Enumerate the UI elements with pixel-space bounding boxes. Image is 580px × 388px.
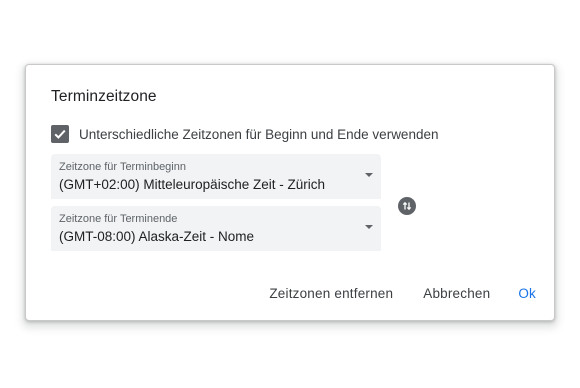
start-timezone-value: (GMT+02:00) Mitteleuropäische Zeit - Zür… (59, 177, 325, 192)
ok-button[interactable]: Ok (512, 286, 538, 301)
swap-timezones-button[interactable] (398, 197, 416, 215)
different-timezones-checkbox[interactable] (51, 125, 69, 143)
remove-timezones-button[interactable]: Zeitzonen entfernen (263, 286, 399, 301)
dialog-title: Terminzeitzone (51, 88, 157, 105)
dropdown-arrow-icon (365, 173, 373, 177)
end-timezone-value: (GMT-08:00) Alaska-Zeit - Nome (59, 229, 255, 244)
dialog-actions: Zeitzonen entfernen Abbrechen Ok (263, 286, 538, 301)
timezone-dialog: Terminzeitzone Unterschiedliche Zeitzone… (25, 64, 555, 321)
end-timezone-select[interactable]: Zeitzone für Terminende (GMT-08:00) Alas… (51, 206, 381, 251)
screen: Terminzeitzone Unterschiedliche Zeitzone… (0, 0, 580, 388)
start-timezone-select[interactable]: Zeitzone für Terminbeginn (GMT+02:00) Mi… (51, 154, 381, 199)
start-timezone-caption: Zeitzone für Terminbeginn (59, 161, 186, 173)
swap-vertical-icon (402, 201, 412, 211)
end-timezone-caption: Zeitzone für Terminende (59, 213, 178, 225)
different-timezones-label: Unterschiedliche Zeitzonen für Beginn un… (79, 126, 439, 142)
cancel-button[interactable]: Abbrechen (417, 286, 496, 301)
checkmark-icon (54, 129, 66, 139)
different-timezones-option[interactable]: Unterschiedliche Zeitzonen für Beginn un… (51, 124, 438, 144)
dropdown-arrow-icon (365, 225, 373, 229)
